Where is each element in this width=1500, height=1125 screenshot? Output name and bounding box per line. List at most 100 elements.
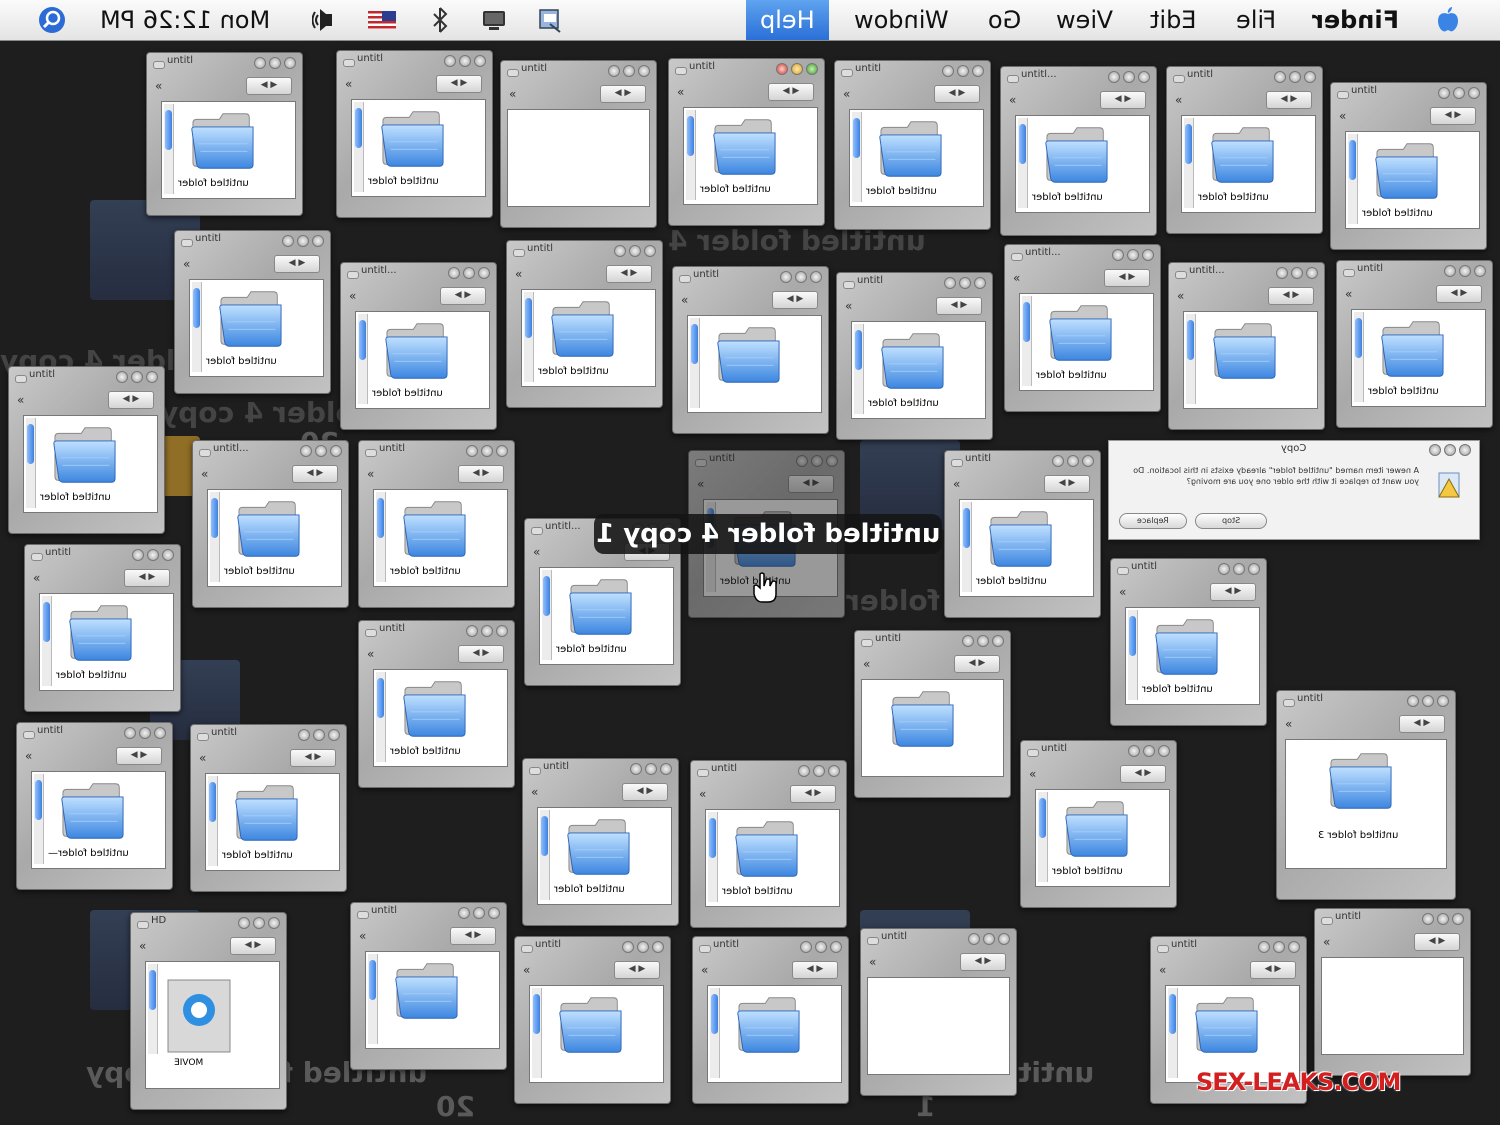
toolbar-toggle-button[interactable] [531, 527, 543, 535]
folder-icon[interactable] [392, 960, 462, 1022]
toolbar-chevron-icon[interactable]: « [183, 257, 190, 271]
toolbar-toggle-button[interactable] [867, 937, 879, 945]
toolbar-toggle-button[interactable] [343, 59, 355, 67]
folder-name[interactable]: untitled folder [538, 366, 609, 377]
toolbar-chevron-icon[interactable]: « [1345, 287, 1352, 301]
window-controls[interactable] [776, 63, 818, 75]
toolbar-toggle-button[interactable] [675, 67, 687, 75]
window-controls[interactable] [300, 445, 342, 457]
window-controls[interactable] [968, 933, 1010, 945]
window-title-bar[interactable]: untitl [501, 61, 656, 79]
scrollbar[interactable] [358, 314, 368, 404]
window-title-bar[interactable]: untitl... [1001, 67, 1156, 85]
window-controls[interactable] [282, 235, 324, 247]
scrollbar[interactable] [148, 964, 158, 1054]
finder-window[interactable]: untitl ◀ ▶ « untitled folder [146, 52, 303, 216]
copy-conflict-dialog[interactable]: Copy A newer item named "untitled folder… [1108, 440, 1480, 540]
finder-window[interactable]: untitl ◀ ▶ « untitled folder [190, 724, 347, 892]
volume-icon[interactable] [312, 6, 340, 34]
toolbar-chevron-icon[interactable]: « [953, 477, 960, 491]
folder-icon[interactable] [1372, 140, 1442, 202]
scrollbar[interactable] [524, 292, 534, 382]
folder-name[interactable]: untitled folder [372, 388, 443, 399]
folder-name[interactable]: untitled folder [40, 492, 111, 503]
toolbar-toggle-button[interactable] [365, 449, 377, 457]
folder-icon[interactable] [1378, 318, 1448, 380]
folder-icon[interactable] [400, 678, 470, 740]
window-controls[interactable] [458, 907, 500, 919]
window-title-bar[interactable]: untitl [337, 51, 492, 69]
folder-name[interactable]: untitled folder [390, 746, 461, 757]
window-controls[interactable] [1276, 267, 1318, 279]
back-forward-buttons[interactable]: ◀ ▶ [1044, 475, 1090, 493]
folder-name[interactable]: untitled folder [1036, 370, 1107, 381]
window-controls[interactable] [622, 941, 664, 953]
scrollbar[interactable] [1128, 610, 1138, 700]
dialog-window-controls[interactable] [1429, 444, 1471, 456]
toolbar-chevron-icon[interactable]: « [25, 749, 32, 763]
folder-name[interactable]: untitled folder [556, 644, 627, 655]
toolbar-chevron-icon[interactable]: « [1009, 93, 1016, 107]
back-forward-buttons[interactable]: ◀ ▶ [458, 465, 504, 483]
back-forward-buttons[interactable]: ◀ ▶ [768, 83, 814, 101]
folder-icon[interactable] [400, 498, 470, 560]
folder-name[interactable]: untitled folder [976, 576, 1047, 587]
window-title-bar[interactable]: untitl [191, 725, 346, 743]
toolbar-toggle-button[interactable] [1321, 917, 1333, 925]
folder-icon[interactable] [986, 508, 1056, 570]
folder-name[interactable]: untitled folder [56, 670, 127, 681]
window-controls[interactable] [1407, 695, 1449, 707]
toolbar-chevron-icon[interactable]: « [863, 657, 870, 671]
window-title-bar[interactable]: untitl [945, 451, 1100, 469]
toolbar-chevron-icon[interactable]: « [1029, 767, 1036, 781]
window-controls[interactable] [448, 267, 490, 279]
window-controls[interactable] [796, 455, 838, 467]
finder-window[interactable]: untitl ◀ ▶ « untitled folder [1166, 66, 1323, 234]
window-title-bar[interactable]: untitl [1021, 741, 1176, 759]
folder-icon[interactable] [732, 818, 802, 880]
window-controls[interactable] [116, 371, 158, 383]
folder-name[interactable]: untitled folder [554, 884, 625, 895]
scrollbar[interactable] [210, 492, 220, 582]
finder-window[interactable]: untitl ◀ ▶ « untitled folder [836, 272, 993, 440]
folder-name[interactable]: untitled folder [1362, 208, 1433, 219]
finder-window[interactable]: untitl ◀ ▶ « [854, 630, 1011, 798]
toolbar-chevron-icon[interactable]: « [359, 929, 366, 943]
window-controls[interactable] [800, 941, 842, 953]
toolbar-toggle-button[interactable] [1337, 91, 1349, 99]
finder-window[interactable]: untitl ◀ ▶ « [692, 936, 849, 1104]
back-forward-buttons[interactable]: ◀ ▶ [1414, 933, 1460, 951]
back-forward-buttons[interactable]: ◀ ▶ [622, 783, 668, 801]
folder-name[interactable]: untitled folder [222, 850, 293, 861]
back-forward-buttons[interactable]: ◀ ▶ [440, 287, 486, 305]
toolbar-chevron-icon[interactable]: « [201, 467, 208, 481]
folder-name[interactable]: untitled folder [866, 186, 937, 197]
window-controls[interactable] [1128, 745, 1170, 757]
toolbar-toggle-button[interactable] [199, 449, 211, 457]
finder-window[interactable]: untitl... ◀ ▶ « untitled folder [1004, 244, 1161, 412]
window-title-bar[interactable]: untitl [1167, 67, 1322, 85]
scrollbar[interactable] [376, 492, 386, 582]
folder-icon[interactable] [66, 602, 136, 664]
toolbar-toggle-button[interactable] [1007, 75, 1019, 83]
folder-name[interactable]: untitled folder [390, 566, 461, 577]
finder-window[interactable]: untitl ◀ ▶ « untitled folder [834, 60, 991, 230]
toolbar-toggle-button[interactable] [861, 639, 873, 647]
toolbar-chevron-icon[interactable]: « [1175, 93, 1182, 107]
window-controls[interactable] [962, 635, 1004, 647]
back-forward-buttons[interactable]: ◀ ▶ [1104, 269, 1150, 287]
folder-icon[interactable] [1210, 320, 1280, 382]
folder-icon[interactable] [1326, 750, 1396, 812]
window-title-bar[interactable]: untitl [691, 761, 846, 779]
back-forward-buttons[interactable]: ◀ ▶ [772, 291, 818, 309]
toolbar-toggle-button[interactable] [1027, 749, 1039, 757]
back-forward-buttons[interactable]: ◀ ▶ [116, 747, 162, 765]
folder-name[interactable]: untitled folder [700, 184, 771, 195]
window-controls[interactable] [944, 277, 986, 289]
toolbar-toggle-button[interactable] [1173, 75, 1185, 83]
window-controls[interactable] [1422, 913, 1464, 925]
folder-icon[interactable] [888, 688, 958, 750]
window-title-bar[interactable]: untitl [835, 61, 990, 79]
scrollbar[interactable] [1018, 118, 1028, 208]
scrollbar[interactable] [1022, 296, 1032, 386]
